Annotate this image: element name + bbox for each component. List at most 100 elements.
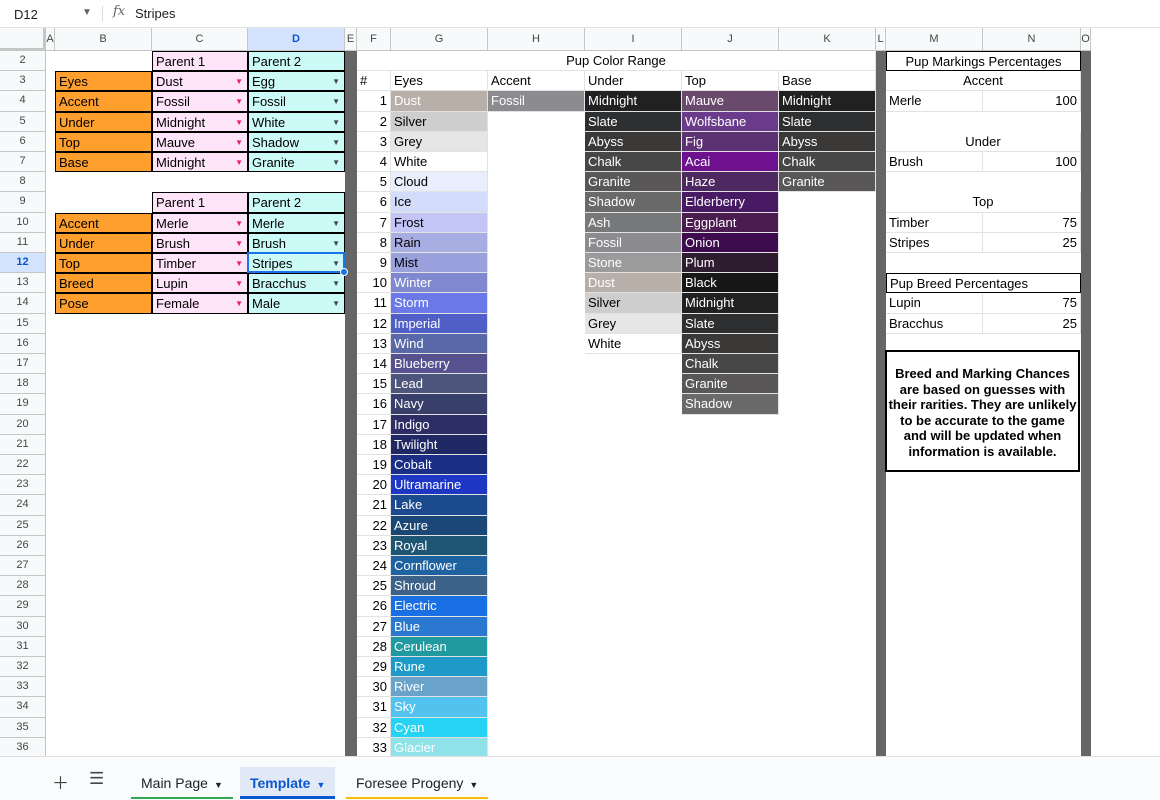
row-header-17[interactable]: 17 [0, 354, 46, 375]
range-index[interactable]: 4 [357, 152, 391, 173]
accent-subtitle[interactable]: Accent [886, 71, 1081, 92]
dropdown-arrow-icon[interactable]: ▼ [235, 113, 243, 131]
range-index[interactable]: 24 [357, 556, 391, 577]
top-color-option[interactable]: Abyss [682, 333, 779, 354]
eye-color-option[interactable]: Lead [391, 374, 488, 395]
range-index[interactable]: 29 [357, 657, 391, 678]
top-color-option[interactable]: Mauve [682, 91, 779, 112]
eye-color-option[interactable]: Shroud [391, 576, 488, 597]
row-header-18[interactable]: 18 [0, 374, 46, 395]
dropdown-arrow-icon[interactable]: ▼ [332, 234, 340, 252]
under-color-option[interactable]: Ash [585, 212, 682, 233]
marking-name[interactable]: Merle [886, 91, 983, 112]
parent1-marking-select[interactable]: Lupin ▼ [152, 273, 248, 294]
eye-color-option[interactable]: Cobalt [391, 455, 488, 476]
eye-color-option[interactable]: Ultramarine [391, 475, 488, 496]
accent-color-option[interactable]: Fossil [488, 91, 585, 112]
parent2-marking-select[interactable]: Male ▼ [248, 293, 345, 314]
under-color-option[interactable]: Chalk [585, 152, 682, 173]
trait-label[interactable]: Base [55, 152, 152, 173]
pup-color-range-title[interactable]: Pup Color Range [357, 51, 876, 72]
eye-color-option[interactable]: Wind [391, 333, 488, 354]
column-header-d[interactable]: D [248, 28, 345, 51]
eye-color-option[interactable]: Sky [391, 697, 488, 718]
parent2-color-select[interactable]: Granite ▼ [248, 152, 345, 173]
eye-color-option[interactable]: Grey [391, 131, 488, 152]
range-header[interactable]: Top [682, 71, 779, 92]
marking-label[interactable]: Under [55, 232, 152, 253]
eye-color-option[interactable]: Silver [391, 111, 488, 132]
dropdown-arrow-icon[interactable]: ▼ [332, 72, 340, 90]
under-color-option[interactable]: Silver [585, 293, 682, 314]
range-index[interactable]: 15 [357, 374, 391, 395]
row-header-25[interactable]: 25 [0, 515, 46, 536]
range-index[interactable]: 10 [357, 273, 391, 294]
row-header-6[interactable]: 6 [0, 131, 46, 152]
eye-color-option[interactable]: White [391, 152, 488, 173]
row-header-31[interactable]: 31 [0, 636, 46, 657]
parent2-header[interactable]: Parent 2 [248, 192, 345, 213]
marking-pct[interactable]: 100 [983, 91, 1081, 112]
parent2-color-select[interactable]: White ▼ [248, 111, 345, 132]
range-index[interactable]: 5 [357, 172, 391, 193]
parent2-marking-select[interactable]: Merle ▼ [248, 212, 345, 233]
range-header[interactable]: # [357, 71, 391, 92]
column-header-b[interactable]: B [55, 28, 152, 51]
column-header-i[interactable]: I [585, 28, 682, 51]
parent2-marking-select[interactable]: Stripes ▼ [248, 253, 345, 274]
select-all-corner[interactable] [0, 28, 46, 51]
range-header[interactable]: Base [779, 71, 876, 92]
parent1-header[interactable]: Parent 1 [152, 192, 248, 213]
dropdown-arrow-icon[interactable]: ▼ [235, 92, 243, 110]
dropdown-arrow-icon[interactable]: ▼ [235, 133, 243, 151]
chevron-down-icon[interactable]: ▼ [214, 780, 223, 790]
column-header-n[interactable]: N [983, 28, 1081, 51]
parent2-header[interactable]: Parent 2 [248, 51, 345, 72]
range-index[interactable]: 19 [357, 455, 391, 476]
row-header-33[interactable]: 33 [0, 677, 46, 698]
parent2-marking-select[interactable]: Bracchus ▼ [248, 273, 345, 294]
eye-color-option[interactable]: Dust [391, 91, 488, 112]
top-color-option[interactable]: Eggplant [682, 212, 779, 233]
range-index[interactable]: 12 [357, 313, 391, 334]
under-color-option[interactable]: Granite [585, 172, 682, 193]
under-color-option[interactable]: Slate [585, 111, 682, 132]
top-color-option[interactable]: Midnight [682, 293, 779, 314]
trait-label[interactable]: Accent [55, 91, 152, 112]
range-index[interactable]: 17 [357, 414, 391, 435]
range-index[interactable]: 25 [357, 576, 391, 597]
row-header-36[interactable]: 36 [0, 737, 46, 756]
tab-template[interactable]: Template ▼ [240, 767, 336, 799]
eye-color-option[interactable]: Frost [391, 212, 488, 233]
base-color-option[interactable]: Midnight [779, 91, 876, 112]
eye-color-option[interactable]: Blueberry [391, 354, 488, 375]
eye-color-option[interactable]: Storm [391, 293, 488, 314]
breed-pct[interactable]: 25 [983, 313, 1081, 334]
parent1-color-select[interactable]: Fossil ▼ [152, 91, 248, 112]
eye-color-option[interactable]: Lake [391, 495, 488, 516]
under-color-option[interactable]: Stone [585, 253, 682, 274]
row-header-8[interactable]: 8 [0, 172, 46, 193]
formula-input[interactable]: Stripes [135, 6, 175, 21]
parent1-color-select[interactable]: Dust ▼ [152, 71, 248, 92]
eye-color-option[interactable]: Navy [391, 394, 488, 415]
under-color-option[interactable]: Abyss [585, 131, 682, 152]
top-color-option[interactable]: Onion [682, 232, 779, 253]
range-header[interactable]: Accent [488, 71, 585, 92]
row-header-14[interactable]: 14 [0, 293, 46, 314]
range-index[interactable]: 30 [357, 677, 391, 698]
top-color-option[interactable]: Acai [682, 152, 779, 173]
eye-color-option[interactable]: Cerulean [391, 636, 488, 657]
top-color-option[interactable]: Black [682, 273, 779, 294]
eye-color-option[interactable]: Cyan [391, 717, 488, 738]
range-index[interactable]: 23 [357, 535, 391, 556]
range-index[interactable]: 9 [357, 253, 391, 274]
range-header[interactable]: Under [585, 71, 682, 92]
row-header-3[interactable]: 3 [0, 71, 46, 92]
row-header-15[interactable]: 15 [0, 313, 46, 334]
row-header-28[interactable]: 28 [0, 576, 46, 597]
range-index[interactable]: 6 [357, 192, 391, 213]
dropdown-arrow-icon[interactable]: ▼ [332, 133, 340, 151]
eye-color-option[interactable]: Indigo [391, 414, 488, 435]
tab-foresee-progeny[interactable]: Foresee Progeny ▼ [346, 767, 489, 799]
